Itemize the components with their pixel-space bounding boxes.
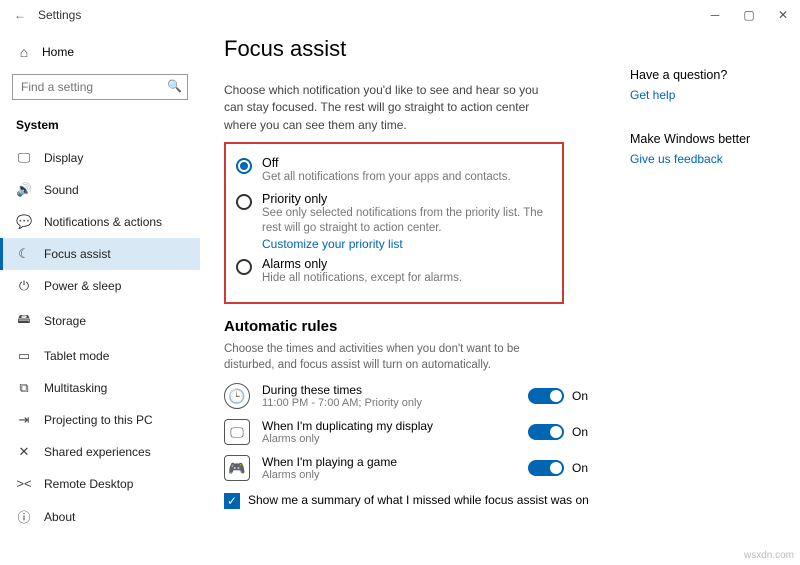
radio-off-desc: Get all notifications from your apps and… (262, 170, 511, 186)
focus-mode-group: Off Get all notifications from your apps… (224, 142, 564, 304)
radio-off-control[interactable] (236, 158, 252, 174)
aside-question-heading: Have a question? (630, 68, 790, 82)
game-icon: 🎮 (224, 455, 250, 481)
radio-priority-desc: See only selected notifications from the… (262, 206, 552, 237)
clock-icon: 🕒 (224, 383, 250, 409)
automatic-rules-intro: Choose the times and activities when you… (224, 341, 544, 373)
rule-toggle[interactable] (528, 388, 564, 404)
sidebar-item-label: Tablet mode (44, 349, 109, 363)
radio-alarms-desc: Hide all notifications, except for alarm… (262, 271, 462, 287)
aside-panel: Have a question? Get help Make Windows b… (630, 30, 800, 565)
sidebar-item-sound[interactable]: 🔊 Sound (0, 174, 200, 206)
sidebar-item-label: About (44, 510, 75, 524)
get-help-link[interactable]: Get help (630, 88, 790, 102)
page-title: Focus assist (224, 36, 618, 62)
radio-alarms-label: Alarms only (262, 257, 462, 271)
sidebar-item-label: Display (44, 151, 83, 165)
about-icon: ⓘ (16, 507, 32, 526)
rule-toggle[interactable] (528, 424, 564, 440)
summary-checkbox[interactable]: ✓ (224, 493, 240, 509)
automatic-rules-heading: Automatic rules (224, 318, 618, 335)
rule-title: When I'm playing a game (262, 455, 397, 469)
tablet-icon: ▭ (16, 348, 32, 364)
close-button[interactable]: ✕ (766, 0, 800, 30)
remote-icon: >< (16, 476, 32, 491)
sidebar-category: System (0, 112, 200, 142)
watermark: wsxdn.com (744, 550, 794, 561)
sidebar-item-label: Power & sleep (44, 279, 121, 293)
sidebar-item-label: Focus assist (44, 247, 111, 261)
main-content: Focus assist Choose which notification y… (200, 30, 630, 565)
sidebar-item-notifications[interactable]: 💬 Notifications & actions (0, 206, 200, 238)
sound-icon: 🔊 (16, 182, 32, 198)
radio-priority-only[interactable]: Priority only See only selected notifica… (236, 192, 552, 251)
sidebar-item-storage[interactable]: 🖴 Storage (0, 302, 200, 340)
toggle-state-label: On (572, 389, 588, 403)
projecting-icon: ⇥ (16, 412, 32, 428)
toggle-state-label: On (572, 425, 588, 439)
rule-subtitle: Alarms only (262, 433, 433, 445)
display-icon: 🖵 (16, 150, 32, 166)
radio-alarms-only[interactable]: Alarms only Hide all notifications, exce… (236, 257, 552, 287)
sidebar: ⌂ Home 🔍 System 🖵 Display 🔊 Sound 💬 Noti… (0, 30, 200, 565)
rule-title: During these times (262, 383, 422, 397)
notifications-icon: 💬 (16, 214, 32, 230)
sidebar-item-display[interactable]: 🖵 Display (0, 142, 200, 174)
radio-priority-control[interactable] (236, 194, 252, 210)
sidebar-item-label: Multitasking (44, 381, 107, 395)
summary-checkbox-row[interactable]: ✓ Show me a summary of what I missed whi… (224, 493, 618, 509)
window-controls: ─ ▢ ✕ (698, 0, 800, 30)
summary-checkbox-label: Show me a summary of what I missed while… (248, 493, 589, 507)
sidebar-home-label: Home (42, 45, 74, 59)
sidebar-item-label: Remote Desktop (44, 477, 133, 491)
customize-priority-link[interactable]: Customize your priority list (262, 237, 552, 251)
sidebar-item-label: Projecting to this PC (44, 413, 153, 427)
sidebar-item-label: Sound (44, 183, 79, 197)
rule-duplicating-display[interactable]: 🖵 When I'm duplicating my display Alarms… (224, 419, 618, 445)
sidebar-item-shared-experiences[interactable]: ✕ Shared experiences (0, 436, 200, 468)
rule-toggle[interactable] (528, 460, 564, 476)
sidebar-item-label: Notifications & actions (44, 215, 162, 229)
rule-subtitle: 11:00 PM - 7:00 AM; Priority only (262, 397, 422, 409)
rule-title: When I'm duplicating my display (262, 419, 433, 433)
toggle-state-label: On (572, 461, 588, 475)
home-icon: ⌂ (16, 44, 32, 60)
sidebar-item-multitasking[interactable]: ⧉ Multitasking (0, 372, 200, 404)
multitasking-icon: ⧉ (16, 380, 32, 396)
sidebar-item-label: Shared experiences (44, 445, 151, 459)
titlebar: ← Settings ─ ▢ ✕ (0, 0, 800, 30)
power-icon: ⏻ (16, 278, 32, 294)
back-button[interactable]: ← (8, 8, 32, 22)
search-input[interactable] (12, 74, 188, 100)
give-feedback-link[interactable]: Give us feedback (630, 152, 790, 166)
maximize-button[interactable]: ▢ (732, 0, 766, 30)
window-title: Settings (38, 8, 81, 22)
sidebar-search: 🔍 (12, 74, 188, 100)
sidebar-item-projecting[interactable]: ⇥ Projecting to this PC (0, 404, 200, 436)
sidebar-item-label: Storage (44, 314, 86, 328)
rule-during-times[interactable]: 🕒 During these times 11:00 PM - 7:00 AM;… (224, 383, 618, 409)
sidebar-item-about[interactable]: ⓘ About (0, 499, 200, 534)
aside-feedback-heading: Make Windows better (630, 132, 790, 146)
sidebar-item-tablet-mode[interactable]: ▭ Tablet mode (0, 340, 200, 372)
monitor-icon: 🖵 (224, 419, 250, 445)
sidebar-item-remote-desktop[interactable]: >< Remote Desktop (0, 468, 200, 499)
shared-icon: ✕ (16, 444, 32, 460)
sidebar-item-focus-assist[interactable]: ☾ Focus assist (0, 238, 200, 270)
sidebar-item-power-sleep[interactable]: ⏻ Power & sleep (0, 270, 200, 302)
radio-off[interactable]: Off Get all notifications from your apps… (236, 156, 552, 186)
search-icon: 🔍 (167, 79, 182, 93)
sidebar-home[interactable]: ⌂ Home (0, 38, 200, 66)
radio-priority-label: Priority only (262, 192, 552, 206)
intro-text: Choose which notification you'd like to … (224, 82, 554, 134)
focus-assist-icon: ☾ (16, 246, 32, 262)
rule-playing-game[interactable]: 🎮 When I'm playing a game Alarms only On (224, 455, 618, 481)
rule-subtitle: Alarms only (262, 469, 397, 481)
radio-alarms-control[interactable] (236, 259, 252, 275)
storage-icon: 🖴 (16, 310, 32, 332)
minimize-button[interactable]: ─ (698, 0, 732, 30)
radio-off-label: Off (262, 156, 511, 170)
